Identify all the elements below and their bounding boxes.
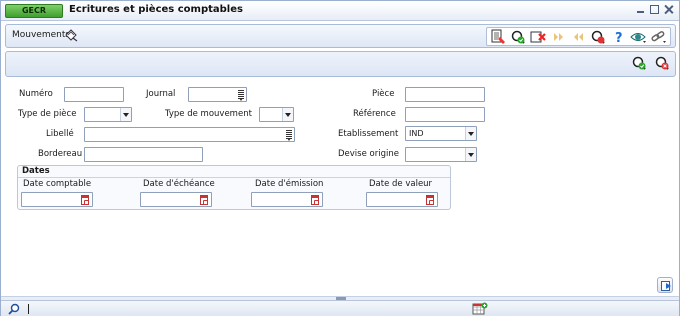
bordereau-label: Bordereau (38, 149, 83, 159)
devise-origine-select[interactable] (405, 147, 477, 162)
text-cursor (28, 304, 29, 314)
type-piece-label: Type de pièce (18, 109, 77, 119)
dates-group: Dates Date comptable Date d'échéance Dat… (17, 165, 451, 210)
reference-label: Référence (353, 109, 396, 119)
filter-search-icon[interactable] (590, 29, 607, 45)
window-controls (636, 5, 673, 14)
svg-text:?: ? (615, 31, 623, 45)
piece-field[interactable] (405, 87, 485, 102)
export-icon[interactable] (657, 277, 673, 293)
secondary-actions (631, 55, 671, 71)
type-piece-select[interactable] (84, 107, 132, 122)
entry-form: Numéro Journal Pièce Type de pièce Type … (1, 81, 679, 221)
action-buttons: ? (486, 27, 671, 46)
grid-add-icon[interactable] (472, 302, 488, 315)
chevron-down-icon[interactable] (120, 108, 131, 121)
date-emission-field[interactable] (251, 192, 323, 207)
lookup-list-icon[interactable] (286, 130, 292, 141)
link-icon[interactable] (650, 29, 667, 45)
search-cancel-icon[interactable] (654, 55, 671, 71)
date-echeance-label: Date d'échéance (143, 179, 215, 189)
dates-divider (18, 177, 450, 178)
type-mouvement-label: Type de mouvement (165, 109, 252, 119)
date-comptable-label: Date comptable (23, 179, 92, 189)
bordereau-field[interactable] (84, 147, 203, 162)
search-validate-icon[interactable] (510, 29, 527, 45)
secondary-toolbar (5, 51, 676, 77)
title-bar: GECR Ecritures et pièces comptables (1, 1, 679, 21)
help-icon[interactable]: ? (610, 29, 627, 45)
reference-field[interactable] (405, 107, 485, 122)
date-emission-label: Date d'émission (255, 179, 324, 189)
main-window: GECR Ecritures et pièces comptables Mouv… (0, 0, 680, 316)
mouvements-menu[interactable]: Mouvements (12, 30, 70, 40)
window-title: Ecritures et pièces comptables (69, 4, 243, 15)
new-document-icon[interactable] (490, 29, 507, 45)
previous-icon[interactable] (570, 29, 587, 45)
libelle-field[interactable] (84, 127, 295, 142)
date-echeance-field[interactable] (140, 192, 212, 207)
status-bar (1, 300, 679, 316)
minimize-icon[interactable] (636, 5, 645, 14)
maximize-icon[interactable] (650, 5, 659, 14)
devise-origine-label: Devise origine (338, 149, 399, 159)
search-validate-icon[interactable] (631, 55, 648, 71)
journal-label: Journal (146, 89, 176, 99)
etablissement-value: IND (409, 129, 424, 138)
libelle-label: Libellé (46, 129, 74, 139)
journal-field[interactable] (188, 87, 247, 102)
close-icon[interactable] (664, 5, 673, 14)
delete-icon[interactable] (530, 29, 547, 45)
numero-field[interactable] (64, 87, 124, 102)
dates-group-title: Dates (22, 166, 50, 176)
etablissement-select[interactable]: IND (405, 126, 477, 141)
type-mouvement-select[interactable] (259, 107, 294, 122)
calendar-icon[interactable] (200, 195, 208, 205)
edit-list-icon[interactable] (64, 29, 78, 42)
piece-label: Pièce (372, 89, 395, 99)
view-icon[interactable] (630, 29, 647, 45)
calendar-icon[interactable] (81, 195, 89, 205)
next-icon[interactable] (550, 29, 567, 45)
main-toolbar: Mouvements ? (5, 24, 676, 48)
date-valeur-field[interactable] (366, 192, 438, 207)
date-comptable-field[interactable] (21, 192, 93, 207)
chevron-down-icon[interactable] (465, 148, 476, 161)
chevron-down-icon[interactable] (282, 108, 293, 121)
app-code-badge[interactable]: GECR (5, 4, 63, 18)
search-icon[interactable] (8, 303, 20, 315)
calendar-icon[interactable] (426, 195, 434, 205)
numero-label: Numéro (19, 89, 53, 99)
date-valeur-label: Date de valeur (369, 179, 433, 189)
etablissement-label: Etablissement (338, 129, 399, 139)
chevron-down-icon[interactable] (465, 127, 476, 140)
calendar-icon[interactable] (311, 195, 319, 205)
lookup-list-icon[interactable] (238, 90, 244, 101)
